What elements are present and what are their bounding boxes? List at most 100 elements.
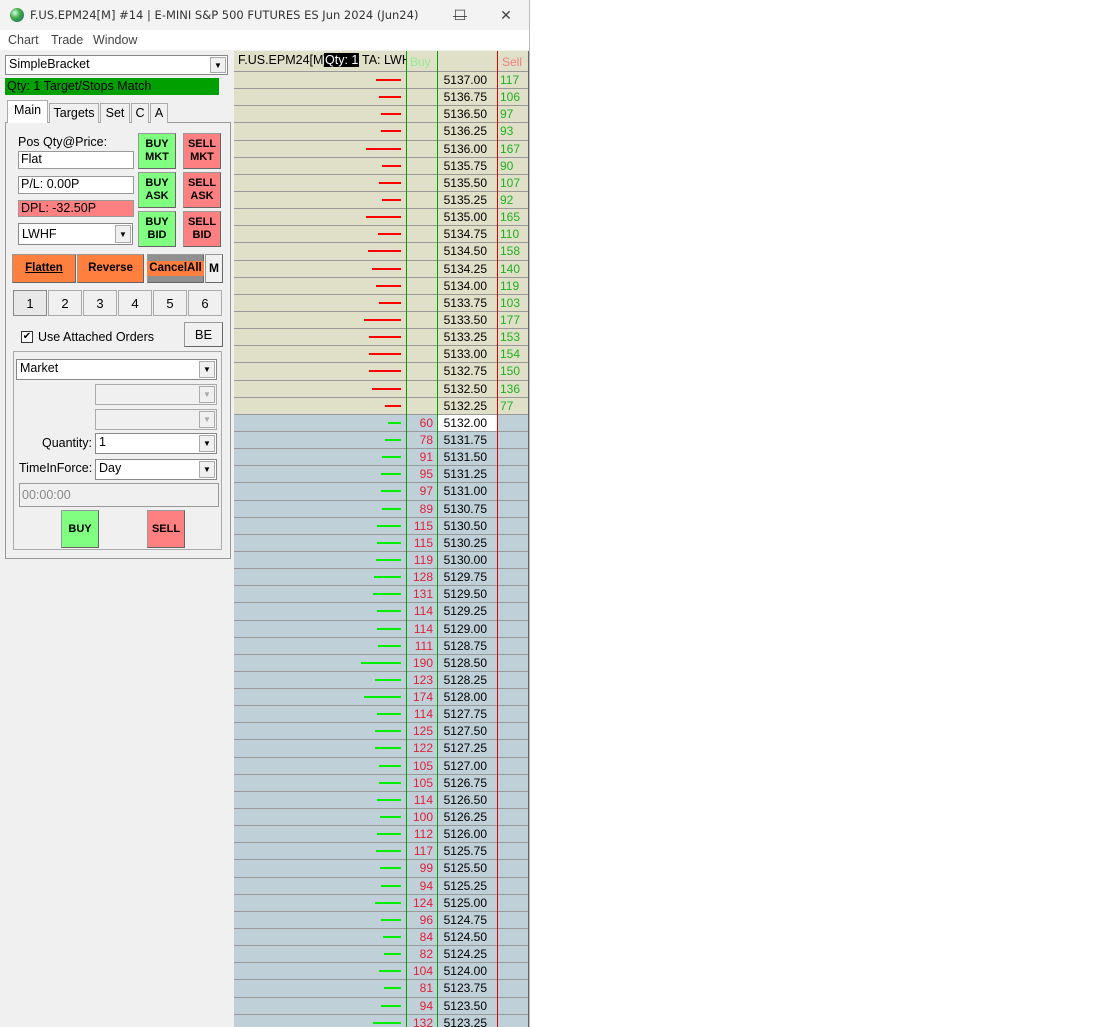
buy-button[interactable]: BUY (61, 510, 99, 548)
bid-size-cell[interactable]: 124 (406, 895, 437, 911)
ask-size-cell[interactable] (497, 758, 528, 774)
maximize-button[interactable]: ☐ (445, 4, 475, 26)
ladder-row[interactable]: 124 5125.00 (234, 894, 528, 912)
ask-size-cell[interactable]: 158 (497, 243, 528, 259)
ask-size-cell[interactable] (497, 586, 528, 602)
ladder-row[interactable]: 5136.25 93 (234, 123, 528, 141)
ladder-row[interactable]: 131 5129.50 (234, 586, 528, 604)
ask-size-cell[interactable]: 107 (497, 175, 528, 191)
bid-size-cell[interactable] (406, 158, 437, 174)
ladder-row[interactable]: 128 5129.75 (234, 569, 528, 587)
bid-size-cell[interactable]: 82 (406, 946, 437, 962)
ask-size-cell[interactable] (497, 912, 528, 928)
ask-size-cell[interactable] (497, 552, 528, 568)
bid-size-cell[interactable]: 122 (406, 740, 437, 756)
ask-size-cell[interactable]: 110 (497, 226, 528, 242)
ask-size-cell[interactable]: 140 (497, 261, 528, 277)
preset-1-button[interactable]: 1 (13, 290, 47, 316)
preset-2-button[interactable]: 2 (48, 290, 82, 316)
ask-size-cell[interactable] (497, 621, 528, 637)
ask-size-cell[interactable] (497, 792, 528, 808)
ladder-row[interactable]: 112 5126.00 (234, 826, 528, 844)
ladder-row[interactable]: 119 5130.00 (234, 551, 528, 570)
ask-size-cell[interactable] (497, 569, 528, 585)
ask-size-cell[interactable] (497, 432, 528, 448)
ladder-row[interactable]: 5134.50 158 (234, 243, 528, 261)
bid-size-cell[interactable]: 94 (406, 878, 437, 894)
ask-size-cell[interactable] (497, 535, 528, 551)
bid-size-cell[interactable]: 174 (406, 689, 437, 705)
ladder-row[interactable]: 100 5126.25 (234, 809, 528, 827)
ladder-row[interactable]: 78 5131.75 (234, 431, 528, 450)
strategy-select[interactable]: SimpleBracket ▼ (5, 55, 228, 75)
ask-size-cell[interactable] (497, 483, 528, 499)
ladder-row[interactable]: 5136.00 167 (234, 140, 528, 158)
m-button[interactable]: M (205, 254, 223, 283)
order-type-select[interactable]: Market ▼ (16, 359, 217, 380)
ladder-row[interactable]: 117 5125.75 (234, 843, 528, 861)
buy-ask-button[interactable]: BUY ASK (138, 172, 176, 208)
bid-size-cell[interactable]: 111 (406, 638, 437, 654)
buy-market-button[interactable]: BUY MKT (138, 133, 176, 169)
ladder-row[interactable]: 5132.50 136 (234, 380, 528, 398)
bid-size-cell[interactable] (406, 192, 437, 208)
ladder-row[interactable]: 5135.50 107 (234, 174, 528, 192)
ask-size-cell[interactable] (497, 929, 528, 945)
ask-size-cell[interactable]: 167 (497, 141, 528, 157)
ladder-row[interactable]: 5135.25 92 (234, 191, 528, 210)
bid-size-cell[interactable] (406, 175, 437, 191)
ladder-row[interactable]: 114 5129.00 (234, 620, 528, 638)
ladder-row[interactable]: 5133.75 103 (234, 294, 528, 312)
ladder-row[interactable]: 114 5129.25 (234, 603, 528, 621)
bid-size-cell[interactable] (406, 363, 437, 379)
bid-size-cell[interactable] (406, 123, 437, 139)
ladder-row[interactable]: 82 5124.25 (234, 946, 528, 964)
ask-size-cell[interactable]: 119 (497, 278, 528, 294)
ladder-row[interactable]: 5133.50 177 (234, 311, 528, 330)
bid-size-cell[interactable]: 117 (406, 843, 437, 859)
tab-main[interactable]: Main (7, 100, 48, 123)
bid-size-cell[interactable] (406, 398, 437, 414)
ladder-row[interactable]: 111 5128.75 (234, 637, 528, 655)
preset-5-button[interactable]: 5 (153, 290, 187, 316)
ask-size-cell[interactable] (497, 603, 528, 619)
ask-size-cell[interactable] (497, 466, 528, 482)
ask-size-cell[interactable] (497, 740, 528, 756)
ladder-row[interactable]: 94 5123.50 (234, 997, 528, 1015)
bid-size-cell[interactable] (406, 381, 437, 397)
bid-size-cell[interactable]: 100 (406, 809, 437, 825)
ask-size-cell[interactable]: 92 (497, 192, 528, 208)
ladder-row[interactable]: 5134.25 140 (234, 260, 528, 278)
ask-size-cell[interactable] (497, 415, 528, 431)
bid-size-cell[interactable]: 78 (406, 432, 437, 448)
tab-set[interactable]: Set (100, 103, 130, 123)
ladder-row[interactable]: 125 5127.50 (234, 723, 528, 741)
ask-size-cell[interactable] (497, 638, 528, 654)
bid-size-cell[interactable]: 96 (406, 912, 437, 928)
bid-size-cell[interactable]: 190 (406, 655, 437, 671)
bid-size-cell[interactable]: 104 (406, 963, 437, 979)
bid-size-cell[interactable]: 114 (406, 603, 437, 619)
ask-size-cell[interactable] (497, 723, 528, 739)
ask-size-cell[interactable]: 153 (497, 329, 528, 345)
ask-size-cell[interactable] (497, 895, 528, 911)
ladder-row[interactable]: 97 5131.00 (234, 483, 528, 501)
ladder-row[interactable]: 5135.75 90 (234, 157, 528, 175)
ask-size-cell[interactable] (497, 998, 528, 1014)
bid-size-cell[interactable] (406, 106, 437, 122)
bid-size-cell[interactable] (406, 209, 437, 225)
menu-chart[interactable]: Chart (8, 33, 39, 47)
preset-6-button[interactable]: 6 (188, 290, 222, 316)
ask-size-cell[interactable] (497, 501, 528, 517)
ladder-row[interactable]: 122 5127.25 (234, 740, 528, 758)
ask-size-cell[interactable]: 93 (497, 123, 528, 139)
ask-size-cell[interactable]: 90 (497, 158, 528, 174)
ask-size-cell[interactable] (497, 775, 528, 791)
ask-size-cell[interactable] (497, 860, 528, 876)
bid-size-cell[interactable] (406, 89, 437, 105)
bid-size-cell[interactable] (406, 346, 437, 362)
ask-size-cell[interactable]: 77 (497, 398, 528, 414)
sell-ask-button[interactable]: SELL ASK (183, 172, 221, 208)
bid-size-cell[interactable]: 95 (406, 466, 437, 482)
ask-size-cell[interactable] (497, 946, 528, 962)
